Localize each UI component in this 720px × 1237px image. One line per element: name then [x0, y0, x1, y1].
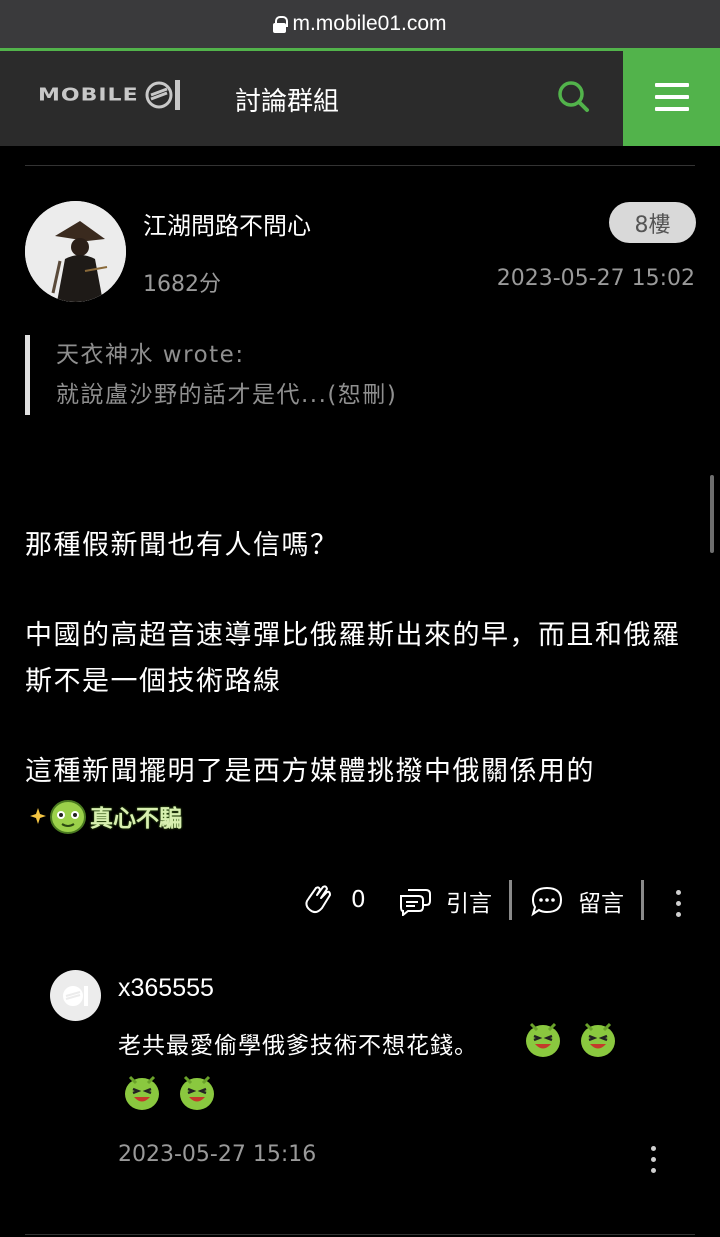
browser-url-bar[interactable]: m.mobile01.com [0, 0, 720, 48]
quote-author-line: 天衣神水 wrote: [56, 342, 245, 368]
sparkle-face-icon [30, 800, 86, 834]
post-timestamp: 2023-05-27 15:02 [496, 266, 695, 291]
quote-bubble-icon [400, 889, 431, 916]
post-paragraph: 那種假新聞也有人信嗎？ [25, 530, 339, 561]
logo-wordmark: MOBILE [38, 85, 139, 105]
commenter-avatar[interactable] [50, 970, 101, 1021]
menu-bar [654, 107, 689, 111]
quote-excerpt[interactable]: 就說盧沙野的話才是代...(恕刪) [56, 375, 397, 415]
post-paragraph: 這種新聞擺明了是西方媒體挑撥中俄關係用的 [25, 756, 595, 787]
action-divider [641, 880, 644, 920]
floor-badge: 8樓 [609, 202, 696, 243]
mobile01-avatar-icon [62, 985, 88, 1006]
more-vertical-icon [676, 890, 681, 917]
post-paragraph: 中國的高超音速導彈比俄羅斯出來的早，而且和俄羅斯不是一個技術路線 [25, 620, 681, 697]
menu-bar [654, 83, 689, 87]
logo-01-icon [145, 80, 180, 110]
comment-more-button[interactable] [651, 1146, 656, 1173]
lock-icon [273, 15, 289, 33]
like-button[interactable]: 0 [303, 884, 366, 916]
search-icon[interactable] [553, 77, 593, 117]
sticker-zhenxin-bupian: 真心不騙 [30, 796, 182, 836]
post-author-score: 1682分 [143, 272, 221, 297]
author-avatar[interactable] [25, 201, 126, 302]
avatar-figure-icon [25, 201, 126, 302]
top-divider [25, 165, 695, 166]
reply-label: 留言 [578, 891, 624, 917]
grin-face-emoji-icon [581, 1022, 615, 1057]
scrollbar-thumb[interactable] [710, 475, 714, 553]
section-title[interactable]: 討論群組 [235, 81, 339, 118]
clap-icon [305, 885, 331, 914]
bottom-divider [25, 1234, 695, 1235]
url-text: m.mobile01.com [292, 12, 447, 35]
post-more-button[interactable] [676, 890, 681, 917]
post-author-name[interactable]: 江湖問路不問心 [143, 206, 311, 241]
quote-button[interactable]: 引言 [398, 884, 492, 918]
quote-block: 天衣神水 wrote: 就說盧沙野的話才是代...(恕刪) [25, 335, 397, 415]
comment-username[interactable]: x365555 [118, 974, 214, 1003]
grin-face-emoji-icon [180, 1075, 214, 1110]
post-action-bar: 0 引言 留言 [0, 876, 720, 926]
comment-text: 老共最愛偷學俄爹技術不想花錢。 [118, 1033, 478, 1059]
menu-bar [654, 95, 689, 99]
comment-bubble-icon [531, 886, 563, 917]
grin-face-emoji-icon [526, 1022, 560, 1057]
grin-face-emoji-icon [125, 1075, 159, 1110]
sticker-text: 真心不騙 [90, 806, 182, 832]
quote-label: 引言 [446, 891, 492, 917]
action-divider [509, 880, 512, 920]
hamburger-menu-button[interactable] [623, 48, 720, 146]
more-vertical-icon [651, 1146, 656, 1173]
reply-button[interactable]: 留言 [530, 884, 624, 918]
site-header: MOBILE 討論群組 [0, 48, 720, 146]
comment-timestamp: 2023-05-27 15:16 [118, 1142, 317, 1167]
site-logo[interactable]: MOBILE [38, 77, 185, 113]
like-count: 0 [351, 887, 366, 913]
